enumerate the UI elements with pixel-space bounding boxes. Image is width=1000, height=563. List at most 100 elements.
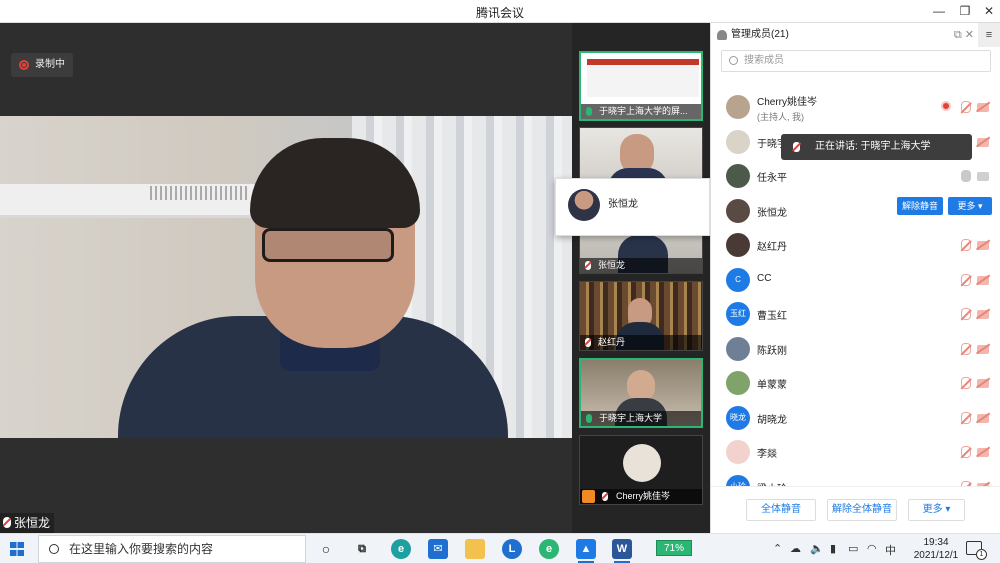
windows-start-icon[interactable] bbox=[10, 542, 24, 556]
tooltip-text: 正在讲话: 于晓宇上海大学 bbox=[815, 141, 931, 152]
recording-label: 录制中 bbox=[35, 59, 65, 70]
taskbar-search-box[interactable]: 在这里输入你要搜索的内容 bbox=[38, 535, 306, 563]
mic-muted-icon[interactable] bbox=[961, 342, 971, 355]
avatar bbox=[726, 129, 750, 154]
windows-taskbar: 在这里输入你要搜索的内容 ○ ⧉ e ✉ L e ▲ W 71% ⌃ ☁ 🔈 ▮… bbox=[0, 533, 1000, 563]
camera-icon[interactable] bbox=[977, 137, 989, 147]
thumbnail-label: 张恒龙 bbox=[598, 260, 626, 270]
camera-icon[interactable] bbox=[977, 379, 989, 388]
member-row[interactable]: 晓龙 胡晓龙 bbox=[711, 401, 1000, 435]
thumbnail-camera-speaking[interactable]: 于晓宇上海大学 bbox=[579, 358, 703, 428]
mic-icon[interactable] bbox=[961, 170, 971, 182]
maximize-button[interactable]: ❐ bbox=[952, 2, 978, 20]
member-row[interactable]: 玉红 曹玉红 bbox=[711, 297, 1000, 331]
battery-icon[interactable]: ▭ bbox=[848, 542, 858, 555]
mic-muted-icon[interactable] bbox=[961, 273, 971, 286]
avatar bbox=[726, 164, 750, 188]
member-row[interactable]: C CC bbox=[711, 263, 1000, 297]
member-name: 单蒙蒙 bbox=[757, 380, 787, 391]
member-row[interactable]: Cherry姚佳岑 (主持人, 我) bbox=[711, 90, 1000, 124]
avatar: 玉红 bbox=[726, 302, 750, 326]
thumbnail-label: 赵红丹 bbox=[598, 337, 626, 347]
mic-muted-icon[interactable] bbox=[961, 308, 971, 320]
member-row[interactable]: 单蒙蒙 bbox=[711, 366, 1000, 400]
mic-on-icon bbox=[586, 107, 592, 116]
panel-menu-button[interactable]: ≡ bbox=[978, 23, 1000, 47]
video-thumbnail-strip[interactable]: 于晓宇上海大学的屏... 张恒龙 赵红丹 于晓宇上海大学 Cherry姚佳岑 bbox=[572, 23, 710, 533]
battery-indicator[interactable]: 71% bbox=[656, 540, 692, 556]
mic-muted-icon bbox=[585, 338, 591, 347]
camera-icon[interactable] bbox=[977, 172, 989, 181]
avatar bbox=[726, 336, 750, 361]
speaker-video bbox=[0, 116, 572, 438]
thumbnail-avatar[interactable]: Cherry姚佳岑 bbox=[579, 435, 703, 505]
member-name: 张恒龙 bbox=[757, 207, 787, 219]
avatar bbox=[726, 440, 750, 464]
window-title: 腾讯会议 bbox=[475, 6, 524, 20]
tencent-meeting-icon[interactable]: ▲ bbox=[576, 539, 596, 563]
panel-title: 管理成员(21) bbox=[731, 29, 789, 40]
edge-icon[interactable]: e bbox=[391, 539, 411, 559]
chevron-up-icon[interactable]: ⌃ bbox=[773, 542, 782, 555]
speaker-name-label: 张恒龙 bbox=[0, 513, 55, 533]
thumbnail-screen-share[interactable]: 于晓宇上海大学的屏... bbox=[579, 51, 703, 121]
mute-all-button[interactable]: 全体静音 bbox=[746, 499, 816, 521]
notification-count: 1 bbox=[976, 549, 987, 560]
member-row[interactable]: 李燚 bbox=[711, 435, 1000, 469]
mic-muted-icon[interactable] bbox=[961, 377, 971, 389]
camera-icon[interactable] bbox=[977, 344, 989, 354]
shared-slide-preview bbox=[587, 59, 699, 97]
member-name: 李燚 bbox=[757, 449, 777, 460]
camera-icon[interactable] bbox=[977, 103, 989, 112]
member-row[interactable]: 任永平 bbox=[711, 159, 1000, 193]
more-button[interactable]: 更多 ▾ bbox=[948, 197, 992, 215]
mic-muted-icon[interactable] bbox=[961, 411, 971, 424]
file-explorer-icon[interactable] bbox=[465, 539, 485, 559]
mic-muted-icon[interactable] bbox=[961, 239, 971, 251]
word-icon[interactable]: W bbox=[612, 539, 632, 563]
member-search-input[interactable]: 搜索成员 bbox=[721, 50, 991, 72]
taskbar-search-placeholder: 在这里输入你要搜索的内容 bbox=[69, 542, 214, 556]
camera-icon[interactable] bbox=[977, 413, 989, 423]
minimize-button[interactable]: — bbox=[926, 2, 952, 20]
member-row[interactable]: 赵红丹 bbox=[711, 228, 1000, 262]
unmute-button[interactable]: 解除静音 bbox=[897, 197, 943, 215]
mic-muted-icon[interactable] bbox=[961, 101, 971, 113]
mic-icon[interactable]: ▮ bbox=[830, 542, 836, 555]
mic-muted-icon bbox=[585, 261, 591, 270]
clock[interactable]: 19:34 2021/12/1 bbox=[906, 536, 966, 562]
close-panel-icon[interactable]: ✕ bbox=[965, 29, 974, 41]
mail-icon[interactable]: ✉ bbox=[428, 539, 448, 559]
search-icon bbox=[729, 56, 738, 65]
wifi-icon[interactable]: ◠ bbox=[867, 542, 877, 555]
mic-muted-icon bbox=[3, 517, 11, 528]
window-titlebar: 腾讯会议 — ❐ ✕ bbox=[0, 0, 1000, 23]
close-button[interactable]: ✕ bbox=[976, 2, 1000, 20]
volume-icon[interactable]: 🔈 bbox=[810, 542, 824, 555]
recording-dot-icon bbox=[941, 101, 951, 111]
camera-icon[interactable] bbox=[977, 310, 989, 319]
task-view-icon[interactable]: ⧉ bbox=[352, 539, 372, 559]
mic-icon bbox=[793, 142, 800, 152]
member-name: CC bbox=[757, 272, 772, 284]
ime-indicator[interactable]: 中 bbox=[885, 542, 896, 558]
camera-icon[interactable] bbox=[977, 275, 989, 285]
camera-icon[interactable] bbox=[977, 448, 989, 457]
unmute-all-button[interactable]: 解除全体静音 bbox=[827, 499, 897, 521]
clock-time: 19:34 bbox=[923, 537, 949, 548]
browser-icon[interactable]: e bbox=[539, 539, 559, 559]
camera-icon[interactable] bbox=[977, 241, 989, 250]
member-name: 陈跃刚 bbox=[757, 345, 787, 357]
member-row[interactable]: 陈跃刚 bbox=[711, 332, 1000, 366]
person-glasses bbox=[262, 228, 394, 262]
search-icon bbox=[49, 544, 59, 554]
mic-muted-icon[interactable] bbox=[961, 446, 971, 458]
footer-more-button[interactable]: 更多 ▾ bbox=[908, 499, 965, 521]
recording-indicator[interactable]: 录制中 bbox=[11, 53, 73, 77]
cloud-icon[interactable]: ☁ bbox=[790, 542, 801, 555]
notification-icon[interactable]: 1 bbox=[966, 541, 987, 560]
app-l-icon[interactable]: L bbox=[502, 539, 522, 559]
cortana-icon[interactable]: ○ bbox=[316, 539, 336, 559]
thumbnail-camera[interactable]: 赵红丹 bbox=[579, 281, 703, 351]
popout-icon[interactable]: ⧉ bbox=[954, 29, 962, 41]
